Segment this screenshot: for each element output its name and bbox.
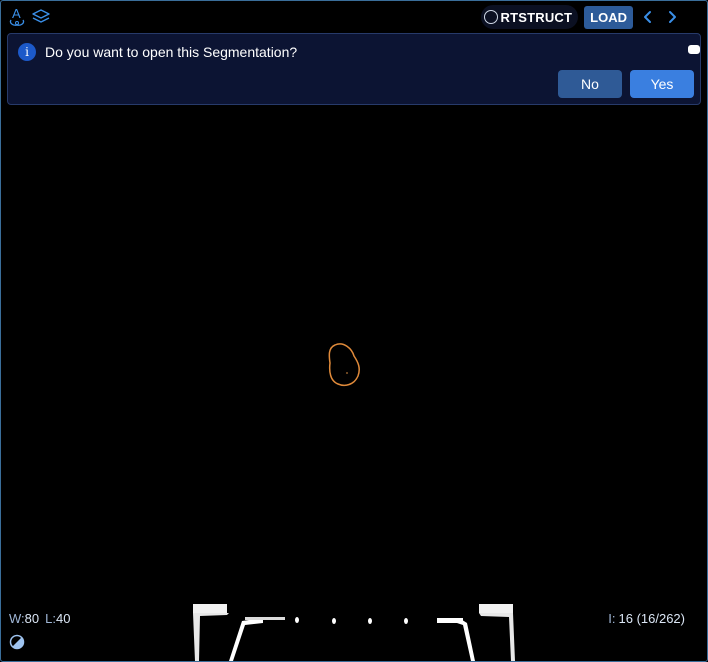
chevron-right-icon[interactable]: [663, 6, 681, 28]
rtstruct-status: RTSTRUCT: [480, 5, 579, 29]
chevron-left-icon[interactable]: [639, 6, 657, 28]
anatomy-left-strip: [245, 617, 285, 620]
level-value: 40: [55, 611, 71, 626]
anatomy-right-body: [479, 613, 515, 661]
anatomy-left-top: [193, 604, 227, 613]
segmentation-contour: [328, 343, 360, 387]
info-icon: i: [18, 43, 36, 61]
anatomy-dot-1: [295, 617, 299, 623]
status-indicator-icon: [483, 10, 498, 24]
segmentation-prompt: i Do you want to open this Segmentation?…: [7, 33, 701, 105]
layers-icon[interactable]: [31, 6, 51, 28]
window-level-overlay: W:80 L:40: [9, 611, 70, 626]
tracking-icon[interactable]: A: [7, 6, 27, 28]
prompt-message: Do you want to open this Segmentation?: [45, 44, 298, 60]
anatomy-left-curve: [229, 618, 263, 661]
viewport[interactable]: A RTSTRUCT LOAD i Do you want to open th…: [0, 0, 708, 662]
load-button[interactable]: LOAD: [584, 5, 633, 29]
rtstruct-label: RTSTRUCT: [500, 9, 573, 25]
index-key: I:: [608, 611, 616, 626]
no-button[interactable]: No: [558, 70, 622, 98]
slice-index-overlay: I: 16 (16/262): [608, 611, 685, 626]
window-key: W:: [9, 611, 25, 626]
svg-text:A: A: [12, 7, 21, 21]
dismiss-icon[interactable]: [688, 45, 700, 54]
invert-contrast-icon[interactable]: [9, 634, 25, 650]
anatomy-dot-4: [404, 618, 408, 624]
yes-button[interactable]: Yes: [630, 70, 694, 98]
anatomy-right-curve: [457, 618, 475, 661]
contour-center-dot: [346, 372, 348, 374]
window-value: 80: [24, 611, 40, 626]
anatomy-right-top: [479, 604, 513, 613]
anatomy-dot-2: [332, 618, 336, 624]
anatomy-dot-3: [368, 618, 372, 624]
level-key: L:: [45, 611, 56, 626]
index-value: 16 (16/262): [618, 611, 686, 626]
anatomy-left-body: [193, 613, 229, 661]
